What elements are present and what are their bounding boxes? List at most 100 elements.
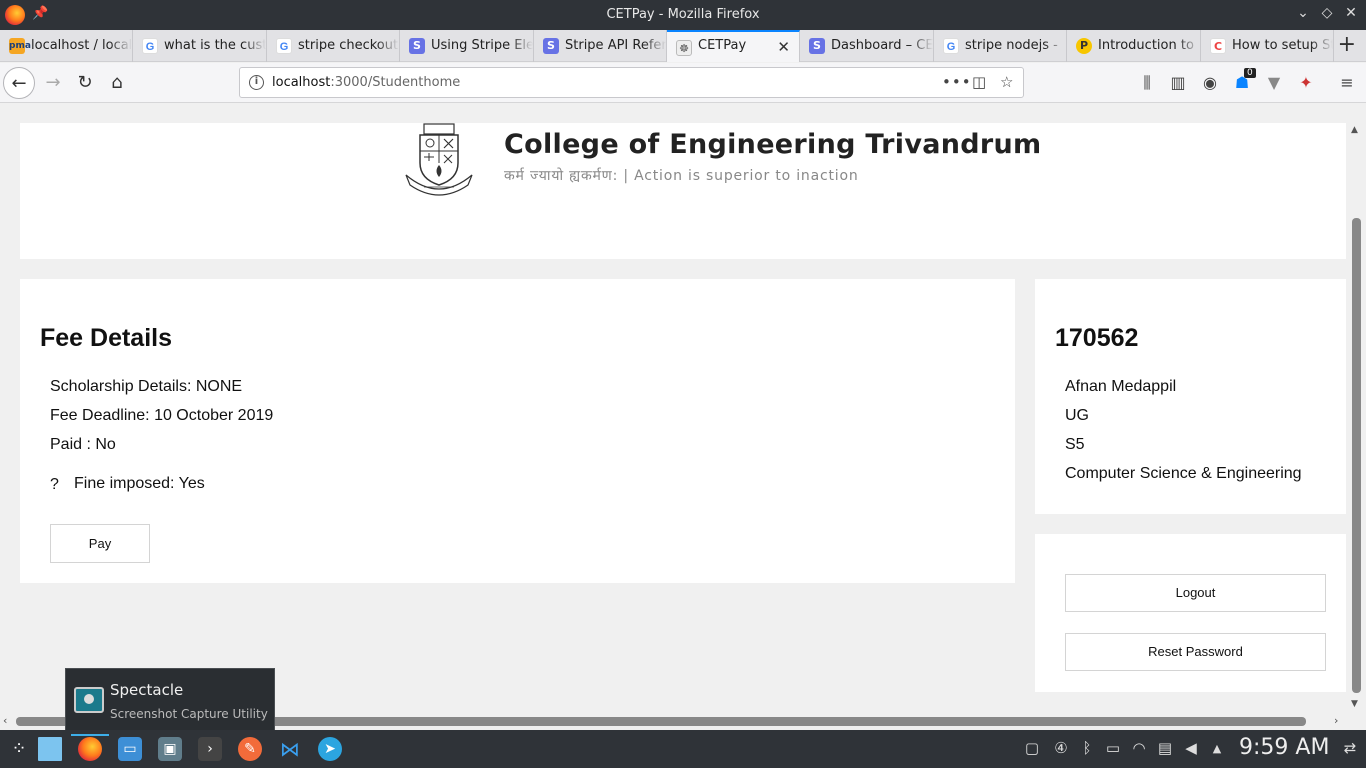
wifi-icon[interactable]: ◠ [1129, 739, 1149, 757]
google-icon: G [943, 38, 959, 54]
battery-icon[interactable]: ▭ [1103, 739, 1123, 757]
taskbar: ⁘ ▭ ▣ › ✎ ⋈ ➤ ▢ ④ ᛒ ▭ ◠ ▤ ◀ ▲ 9:59 AM ⇄ [0, 730, 1366, 768]
library-icon[interactable]: ⫼ [1136, 73, 1158, 93]
window-titlebar: 📌 CETPay - Mozilla Firefox ⌄ ◇ ✕ [0, 0, 1366, 30]
tab-label: Introduction to [1098, 38, 1194, 53]
google-icon: G [276, 38, 292, 54]
system-monitor-icon[interactable]: ▣ [158, 737, 182, 761]
fee-details-card: Fee Details Scholarship Details: NONE Fe… [20, 279, 1015, 583]
url-path: :3000/Studenthome [330, 75, 461, 90]
menu-icon[interactable]: ≡ [1336, 73, 1358, 92]
tab-google-nodejs[interactable]: G stripe nodejs - [934, 30, 1067, 62]
tab-label: stripe checkout [298, 38, 399, 53]
tab-bar: pma localhost / localhost G what is the … [0, 30, 1366, 62]
scholarship-details: Scholarship Details: NONE [50, 378, 243, 395]
pager-desktop-icon[interactable] [38, 737, 62, 761]
vertical-scroll-thumb[interactable] [1352, 218, 1361, 693]
student-info-card: 170562 Afnan Medappil UG S5 Computer Sci… [1035, 279, 1346, 514]
new-tab-button[interactable]: + [1338, 32, 1356, 57]
reload-button[interactable]: ↻ [69, 67, 101, 99]
tab-label: Using Stripe Elements [431, 38, 533, 53]
spectacle-icon [74, 687, 104, 713]
active-task-indicator [71, 734, 109, 736]
home-button[interactable]: ⌂ [101, 67, 133, 99]
notification-badge: 0 [1244, 68, 1256, 78]
student-department: Computer Science & Engineering [1065, 465, 1302, 482]
tab-stripe-api[interactable]: S Stripe API Reference [534, 30, 667, 62]
telegram-icon[interactable]: ➤ [318, 737, 342, 761]
paid-status: Paid : No [50, 436, 116, 453]
url-text[interactable]: localhost:3000/Studenthome [272, 75, 460, 90]
google-icon: G [142, 38, 158, 54]
terminal-icon[interactable]: › [198, 737, 222, 761]
taskbar-clock[interactable]: 9:59 AM [1239, 735, 1329, 760]
window-title: CETPay - Mozilla Firefox [606, 7, 760, 22]
virtual-desktop-icon[interactable]: ④ [1051, 739, 1071, 757]
scroll-up-icon[interactable]: ▲ [1351, 125, 1358, 135]
reset-password-button[interactable]: Reset Password [1065, 633, 1326, 671]
tab-label: what is the customer [164, 38, 266, 53]
maximize-button[interactable]: ◇ [1317, 5, 1337, 21]
vscode-icon[interactable]: ⋈ [278, 737, 302, 761]
scroll-right-icon[interactable]: › [1334, 714, 1338, 727]
show-hidden-icons-icon[interactable]: ▲ [1207, 742, 1227, 755]
student-name: Afnan Medappil [1065, 378, 1177, 395]
tooltip-app-name: Spectacle [110, 681, 184, 699]
tab-label: Dashboard – CETPay [831, 38, 933, 53]
file-manager-icon[interactable]: ▭ [118, 737, 142, 761]
tab-google-checkout[interactable]: G stripe checkout [267, 30, 400, 62]
firefox-taskbar-icon[interactable] [78, 737, 102, 761]
stripe-icon: S [543, 38, 559, 54]
scroll-left-icon[interactable]: ‹ [3, 714, 7, 727]
scroll-down-icon[interactable]: ▼ [1351, 699, 1358, 709]
tab-introduction[interactable]: P Introduction to [1067, 30, 1201, 62]
tab-google-customer[interactable]: G what is the customer [133, 30, 267, 62]
sidebar-icon[interactable]: ▥ [1167, 73, 1189, 92]
bluetooth-icon[interactable]: ᛒ [1077, 739, 1097, 757]
tab-label: localhost / localhost [31, 38, 132, 53]
pay-button[interactable]: Pay [50, 524, 150, 563]
tab-stripe-elements[interactable]: S Using Stripe Elements [400, 30, 534, 62]
student-id: 170562 [1055, 324, 1139, 352]
navigation-bar: ← → ↻ ⌂ i localhost:3000/Studenthome •••… [0, 63, 1366, 103]
account-actions-card: Logout Reset Password [1035, 534, 1346, 692]
app-launcher-icon[interactable]: ⁘ [7, 737, 31, 761]
close-window-button[interactable]: ✕ [1341, 5, 1361, 21]
fee-deadline: Fee Deadline: 10 October 2019 [50, 407, 274, 424]
postman-icon[interactable]: ✎ [238, 737, 262, 761]
logout-button[interactable]: Logout [1065, 574, 1326, 612]
vertical-scrollbar[interactable]: ▲ ▼ [1348, 123, 1366, 713]
spectacle-tooltip: Spectacle Screenshot Capture Utility [65, 668, 275, 736]
tab-label: stripe nodejs - [965, 38, 1058, 53]
tab-localhost[interactable]: pma localhost / localhost [0, 30, 133, 62]
fine-warning-icon: ? [50, 476, 59, 493]
site-info-icon[interactable]: i [249, 75, 264, 90]
extension-icon[interactable]: ✦ [1295, 73, 1317, 92]
student-program: UG [1065, 407, 1089, 424]
bookmark-star-icon[interactable]: ☆ [1000, 73, 1013, 91]
tab-how-to-setup[interactable]: C How to setup Stripe [1201, 30, 1334, 62]
stripe-icon: S [809, 38, 825, 54]
forward-button[interactable]: → [37, 67, 69, 99]
python-icon: P [1076, 38, 1092, 54]
fine-imposed: Fine imposed: Yes [74, 475, 205, 492]
fee-details-title: Fee Details [40, 324, 173, 352]
url-bar[interactable]: i localhost:3000/Studenthome ••• ◫ ☆ [239, 67, 1024, 98]
clipboard-icon[interactable]: ▢ [1022, 739, 1042, 757]
close-tab-icon[interactable]: ✕ [777, 38, 790, 56]
vue-devtools-icon[interactable]: ▼ [1263, 73, 1285, 92]
college-crest-logo [405, 123, 473, 196]
college-motto: कर्म ज्यायो ह्यकर्मण: | Action is superi… [504, 168, 859, 184]
storage-icon[interactable]: ▤ [1155, 739, 1175, 757]
minimize-button[interactable]: ⌄ [1293, 5, 1313, 21]
pocket-icon[interactable]: ◫ [972, 73, 986, 91]
back-button[interactable]: ← [3, 67, 35, 99]
tab-dashboard[interactable]: S Dashboard – CETPay [800, 30, 934, 62]
volume-icon[interactable]: ◀ [1181, 739, 1201, 757]
page-actions-icon[interactable]: ••• [942, 73, 972, 91]
account-icon[interactable]: ◉ [1199, 73, 1221, 92]
student-semester: S5 [1065, 436, 1085, 453]
tooltip-app-description: Screenshot Capture Utility [110, 707, 268, 721]
tab-cetpay[interactable]: ☸ CETPay ✕ [667, 30, 800, 62]
panel-settings-icon[interactable]: ⇄ [1340, 739, 1360, 757]
